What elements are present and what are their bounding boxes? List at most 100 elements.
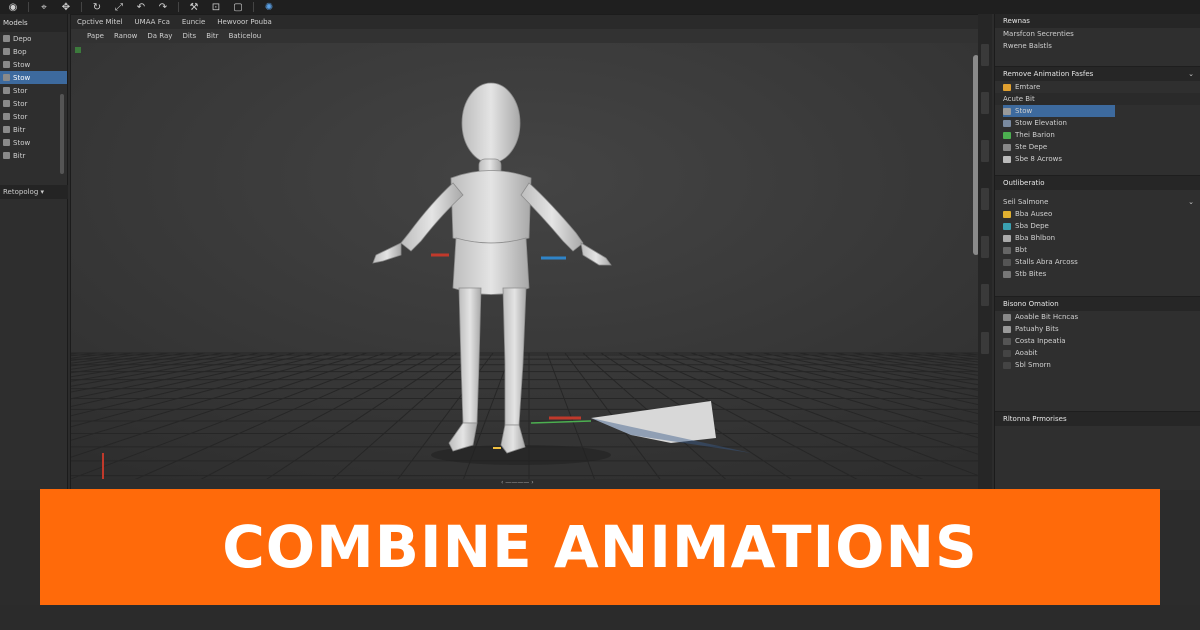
animation-item-label: Thei Barion — [1015, 131, 1055, 139]
outliner-item[interactable]: Stor — [0, 110, 67, 123]
outliner-item[interactable]: Bitr — [0, 149, 67, 162]
animation-item[interactable]: Stb Bites — [995, 268, 1200, 280]
redo-icon[interactable]: ↷ — [156, 1, 170, 13]
transform-icon[interactable]: ⚒ — [187, 1, 201, 13]
animation-item[interactable]: Bba Bhlbon — [995, 232, 1200, 244]
properties-title: Rewnas — [995, 14, 1200, 28]
viewport-menu-item[interactable]: Hewvoor Pouba — [217, 18, 272, 26]
animation-item-label: Stalls Abra Arcoss — [1015, 258, 1078, 266]
mannequin-torso — [450, 170, 532, 244]
object-icon — [3, 87, 10, 94]
viewport-header-item[interactable]: Baticelou — [229, 32, 262, 40]
animation-item[interactable]: Aoable Bit Hcncas — [995, 311, 1200, 323]
rltonna-section: Rltonna Prmorises — [995, 411, 1200, 426]
outliner-item-label: Stor — [13, 112, 28, 121]
animation-item[interactable]: Sba Depe — [995, 220, 1200, 232]
animation-clip-icon — [1003, 131, 1011, 139]
properties-tab[interactable]: Marsfcon Secrenties — [995, 28, 1200, 40]
animation-clip-icon — [1003, 246, 1011, 254]
animation-item-label: Stow — [1015, 107, 1033, 115]
animation-item-label: Stow Elevation — [1015, 119, 1067, 127]
properties-tab[interactable] — [981, 140, 989, 162]
properties-tab[interactable] — [981, 284, 989, 306]
animation-clip-icon — [1003, 107, 1011, 115]
toolbar-divider — [81, 2, 82, 12]
outliner-item[interactable]: Stow — [0, 71, 67, 84]
animation-item[interactable]: Stalls Abra Arcoss — [995, 256, 1200, 268]
viewport-timeline-bar[interactable]: ‹ ———— › — [71, 479, 985, 489]
outliner-item-label: Stor — [13, 99, 28, 108]
properties-tab[interactable] — [981, 236, 989, 258]
viewport-header-item[interactable]: Da Ray — [147, 32, 172, 40]
chevron-down-icon[interactable]: ⌄ — [1188, 70, 1194, 78]
viewport-header-item[interactable]: Dits — [182, 32, 196, 40]
section-header[interactable]: Rltonna Prmorises — [995, 412, 1200, 426]
viewport-header-item[interactable]: Pape — [87, 32, 104, 40]
outliner-item[interactable]: Stor — [0, 97, 67, 110]
outliberation-section: Outliberatio Seil Salmone ⌄ Bba Auseo Sba… — [995, 175, 1200, 280]
rotate-icon[interactable]: ↻ — [90, 1, 104, 13]
animation-item[interactable]: Ste Depe — [995, 141, 1200, 153]
properties-tab[interactable]: Rwene Balstls — [995, 40, 1200, 52]
animation-item[interactable]: Thei Barion — [995, 129, 1200, 141]
viewport-header-item[interactable]: Ranow — [114, 32, 137, 40]
outliner-item[interactable]: Bitr — [0, 123, 67, 136]
section-header[interactable]: Remove Animation Fasfes ⌄ — [995, 67, 1200, 81]
animation-clip-icon — [1003, 234, 1011, 242]
viewport-menu-item[interactable]: Cpctive Mitel — [77, 18, 123, 26]
viewport-header-item[interactable]: Bitr — [206, 32, 218, 40]
snap-icon[interactable]: ⊡ — [209, 1, 223, 13]
outliner-item[interactable]: Bop — [0, 45, 67, 58]
animation-item[interactable]: Aoabit — [995, 347, 1200, 359]
section-header[interactable]: Outliberatio — [995, 176, 1200, 190]
properties-tab[interactable] — [981, 92, 989, 114]
properties-tab[interactable] — [981, 332, 989, 354]
outliner-item-label: Bitr — [13, 125, 26, 134]
animation-list: Bba Auseo Sba Depe Bba Bhlbon Bbt Stalls Abr… — [995, 208, 1200, 280]
viewport-menu-item[interactable]: UMAA Fca — [135, 18, 170, 26]
chevron-down-icon[interactable]: ⌄ — [1188, 198, 1194, 206]
section-subheader: Seil Salmone ⌄ — [995, 196, 1200, 208]
outliner-item-label: Stor — [13, 86, 28, 95]
animation-item[interactable]: Sbe 8 Acrows — [995, 153, 1200, 165]
outliner-dropdown[interactable]: Retopolog ▾ — [0, 185, 68, 199]
properties-tab[interactable] — [981, 44, 989, 66]
viewport-scene[interactable] — [71, 43, 986, 490]
viewport-corner-axis-icon — [75, 47, 81, 53]
animation-item[interactable]: Stow — [1003, 105, 1115, 117]
select-icon[interactable]: ⌖ — [37, 1, 51, 13]
animation-clip-icon — [1003, 119, 1011, 127]
remove-animation-section: Remove Animation Fasfes ⌄ Emtare Acute B… — [995, 66, 1200, 165]
animation-item-label: Patuahy Bits — [1015, 325, 1059, 333]
outliner-item[interactable]: Stow — [0, 136, 67, 149]
outliner-item[interactable]: Depo — [0, 32, 67, 45]
viewport-icon[interactable]: ◉ — [6, 1, 20, 13]
frame-icon[interactable]: ▢ — [231, 1, 245, 13]
section-header[interactable]: Bisono Omation — [995, 297, 1200, 311]
animation-item-label: Sba Depe — [1015, 222, 1049, 230]
animation-item[interactable]: Sbl Smorn — [995, 359, 1200, 371]
scale-icon[interactable]: ⤢ — [112, 1, 126, 13]
mannequin-head — [461, 82, 521, 164]
3d-viewport[interactable]: Cpctive Mitel UMAA Fca Euncie Hewvoor Po… — [70, 14, 986, 490]
properties-tab[interactable] — [981, 188, 989, 210]
animation-item-label: Bbt — [1015, 246, 1027, 254]
undo-icon[interactable]: ↶ — [134, 1, 148, 13]
move-icon[interactable]: ✥ — [59, 1, 73, 13]
animation-item[interactable]: Patuahy Bits — [995, 323, 1200, 335]
animation-item[interactable]: Stow Elevation — [995, 117, 1200, 129]
animation-item[interactable]: Costa Inpeatia — [995, 335, 1200, 347]
animation-list: Stow Stow Elevation Thei Barion Ste Depe Sbe… — [995, 105, 1200, 165]
outliner-scrollbar[interactable] — [60, 94, 64, 174]
main-toolbar: ◉ ⌖ ✥ ↻ ⤢ ↶ ↷ ⚒ ⊡ ▢ ✺ — [0, 0, 1200, 14]
animation-item-label: Sbl Smorn — [1015, 361, 1051, 369]
mannequin-pelvis — [452, 237, 530, 295]
outliner-item[interactable]: Stow — [0, 58, 67, 71]
outliner-item[interactable]: Stor — [0, 84, 67, 97]
animation-item[interactable]: Bbt — [995, 244, 1200, 256]
globe-icon[interactable]: ✺ — [262, 1, 276, 13]
viewport-menu-item[interactable]: Euncie — [182, 18, 205, 26]
outliner-header: Models — [0, 14, 67, 32]
animation-item[interactable]: Bba Auseo — [995, 208, 1200, 220]
properties-panel: Rewnas Marsfcon Secrenties Rwene Balstls… — [994, 14, 1200, 490]
